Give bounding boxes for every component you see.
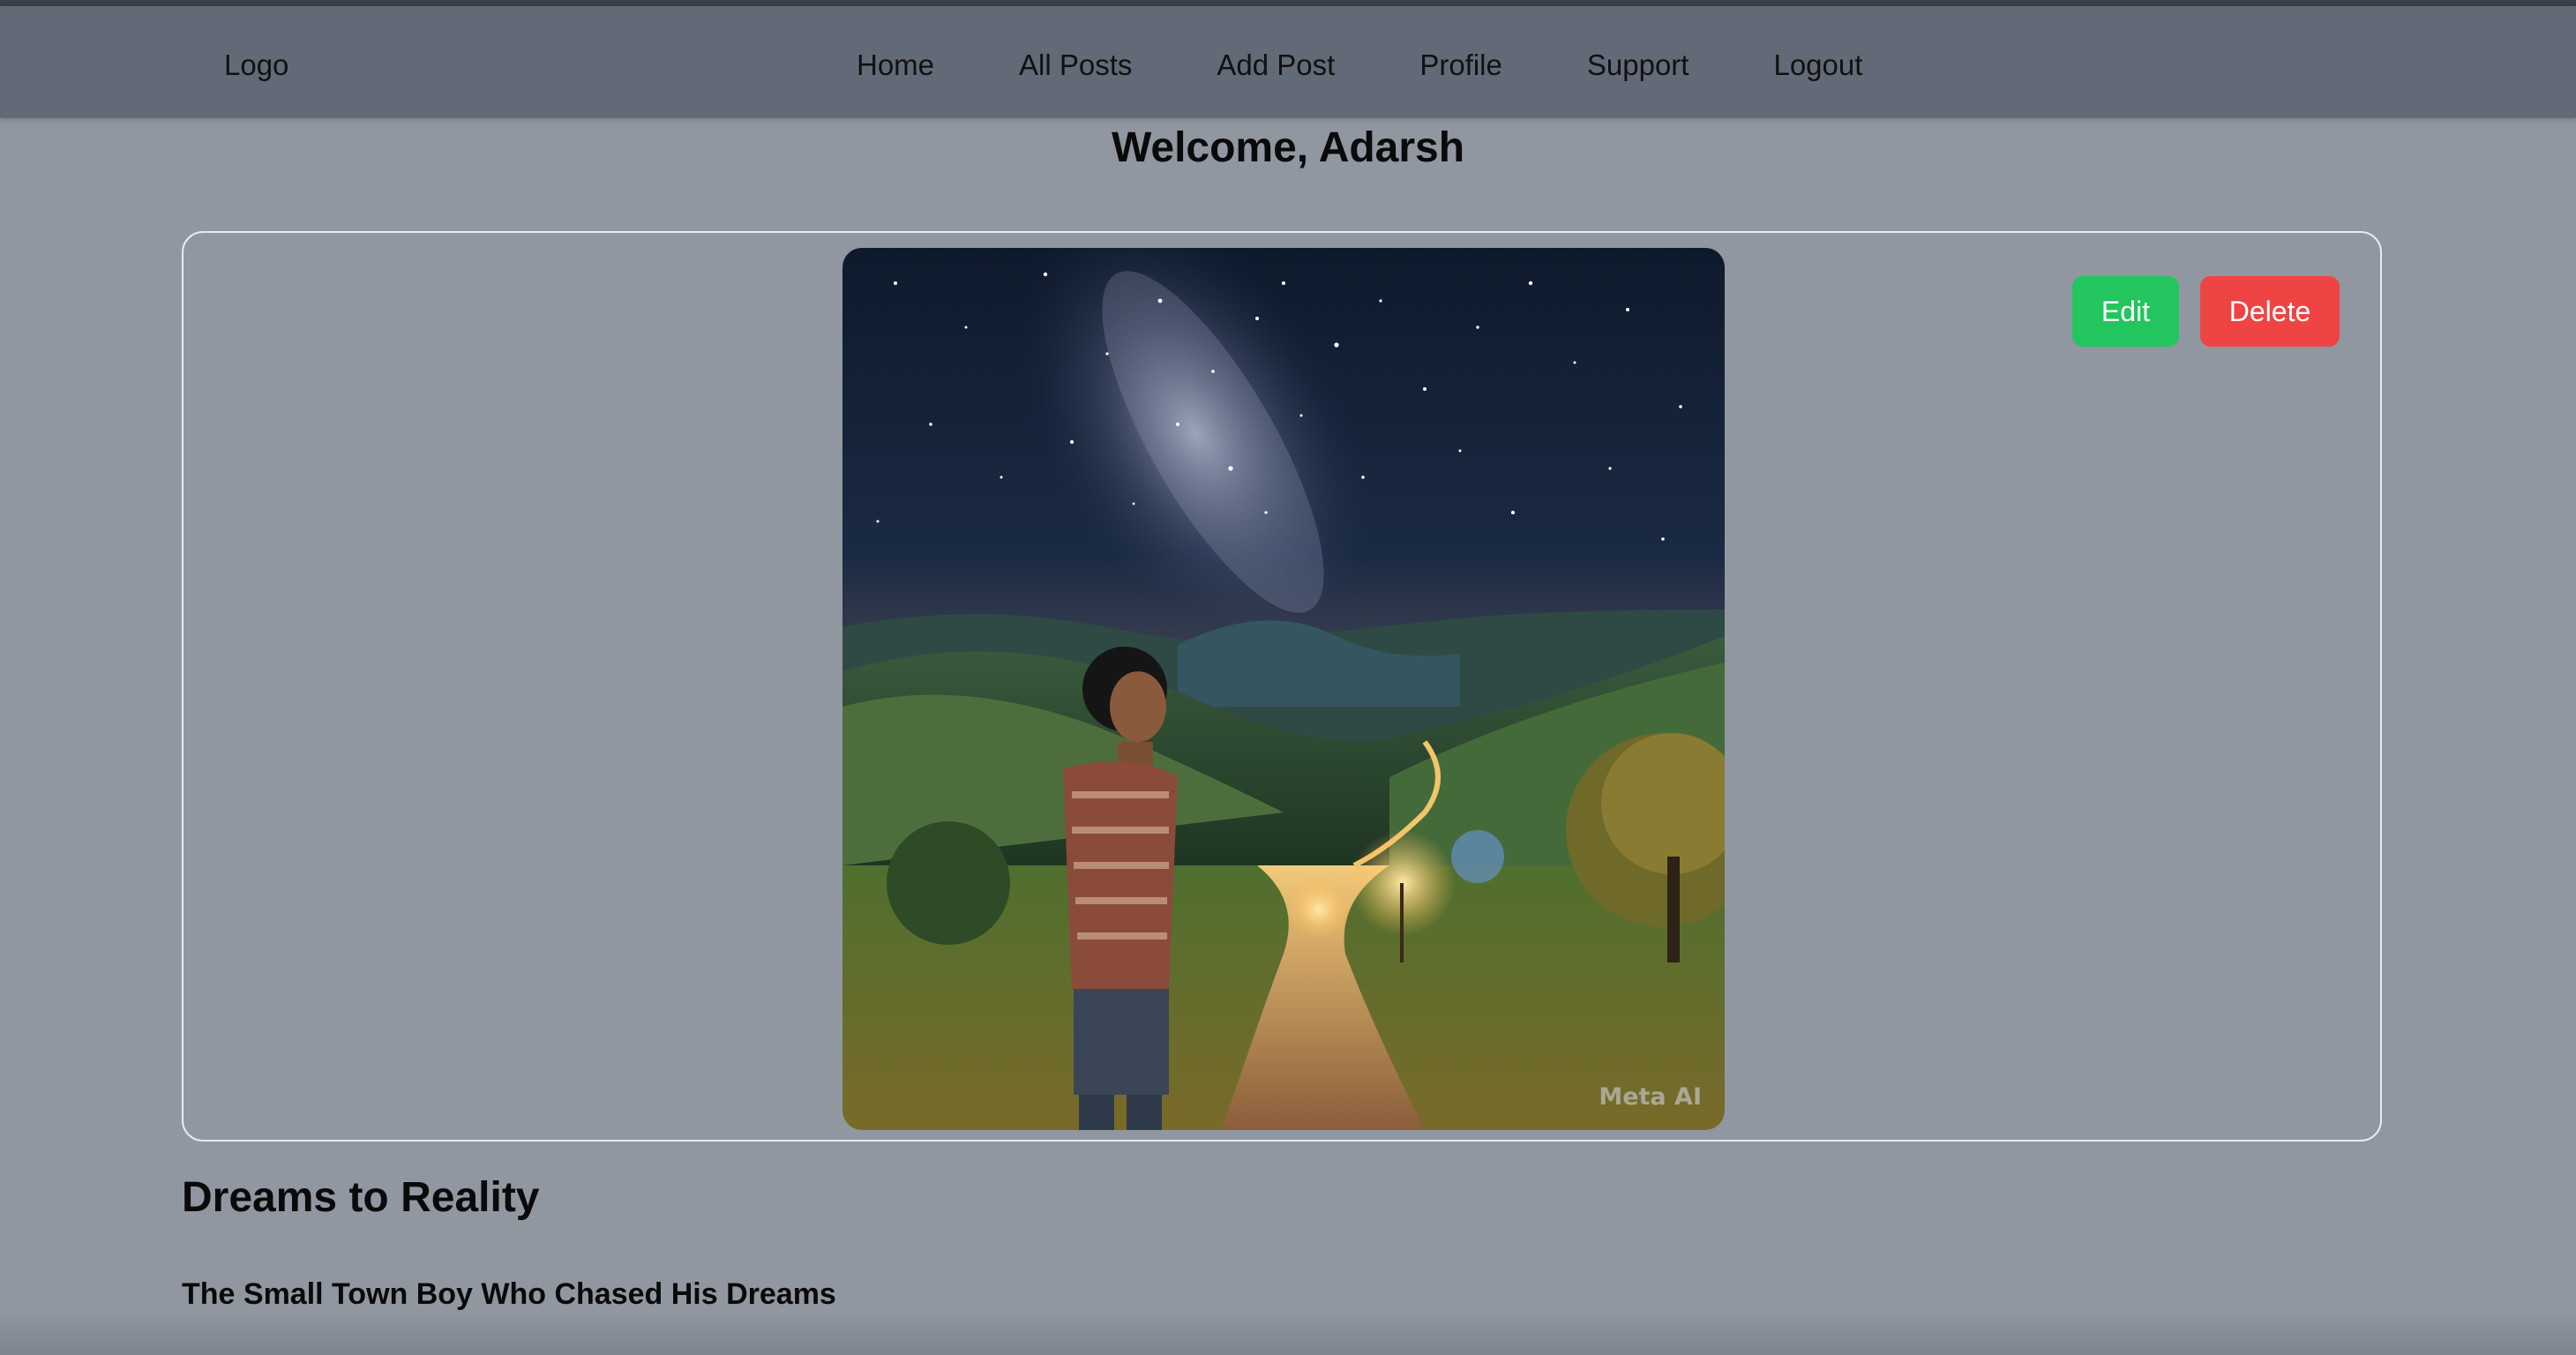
post-image-illustration [842, 248, 1725, 1130]
delete-button[interactable]: Delete [2200, 276, 2340, 347]
welcome-heading: Welcome, Adarsh [1111, 124, 1465, 171]
nav-logout[interactable]: Logout [1773, 49, 1862, 82]
nav-add-post[interactable]: Add Post [1217, 49, 1335, 82]
post-title: Dreams to Reality [182, 1174, 540, 1221]
nav-all-posts[interactable]: All Posts [1019, 49, 1132, 82]
nav-links: Home All Posts Add Post Profile Support … [857, 49, 1947, 82]
logo[interactable]: Logo [224, 49, 288, 82]
edit-button[interactable]: Edit [2072, 276, 2179, 347]
nav-home[interactable]: Home [857, 49, 934, 82]
nav-profile[interactable]: Profile [1419, 49, 1502, 82]
top-border [0, 0, 2576, 6]
image-watermark: Meta AI [1599, 1083, 1702, 1111]
post-card: Meta AI Edit Delete [182, 231, 2382, 1142]
post-image: Meta AI [842, 248, 1725, 1130]
navbar: Logo Home All Posts Add Post Profile Sup… [0, 6, 2576, 118]
bottom-shadow [0, 1311, 2576, 1355]
nav-support[interactable]: Support [1587, 49, 1689, 82]
post-subtitle: The Small Town Boy Who Chased His Dreams [182, 1277, 836, 1311]
